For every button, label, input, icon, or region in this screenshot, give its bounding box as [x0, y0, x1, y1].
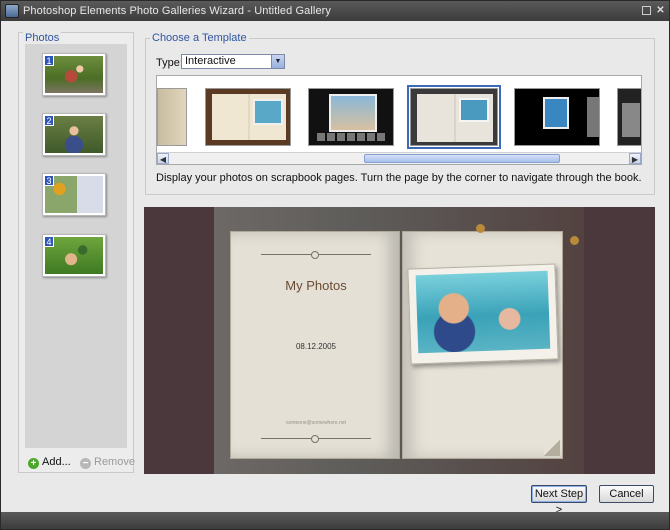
type-select[interactable]: Interactive ▼: [181, 54, 285, 69]
remove-label: Remove: [94, 456, 135, 468]
template-thumbnail[interactable]: [617, 88, 641, 146]
maximize-icon[interactable]: [642, 6, 651, 15]
book-title: My Photos: [285, 278, 347, 293]
photo-number-badge: 3: [44, 175, 54, 186]
book-right-page[interactable]: [402, 231, 563, 459]
scroll-right-icon[interactable]: ▶: [629, 153, 641, 164]
wizard-window: Photoshop Elements Photo Galleries Wizar…: [0, 0, 670, 530]
type-label: Type:: [156, 57, 183, 69]
page-curl-corner[interactable]: [544, 440, 560, 456]
photo-number-badge: 4: [44, 236, 54, 247]
ornament-divider: [261, 435, 371, 443]
template-carousel[interactable]: ◀ ▶: [156, 75, 642, 165]
photo-thumbnail-3[interactable]: 3: [42, 173, 106, 216]
scrapbook[interactable]: My Photos 08.12.2005 someone@somewhere.n…: [230, 231, 563, 459]
template-thumbnail[interactable]: [514, 88, 600, 146]
template-thumbnail-selected[interactable]: [407, 85, 501, 149]
type-select-value: Interactive: [185, 55, 236, 67]
template-thumbnail[interactable]: [205, 88, 291, 146]
cancel-button[interactable]: Cancel: [599, 485, 654, 503]
book-left-page[interactable]: My Photos 08.12.2005 someone@somewhere.n…: [230, 231, 400, 459]
close-icon[interactable]: ✕: [655, 5, 666, 16]
photo-thumbnail-1[interactable]: 1: [42, 53, 106, 96]
scroll-left-icon[interactable]: ◀: [157, 153, 169, 164]
gallery-preview[interactable]: My Photos 08.12.2005 someone@somewhere.n…: [144, 207, 655, 474]
photo-thumbnail-2[interactable]: 2: [42, 113, 106, 156]
remove-photo-button[interactable]: − Remove: [80, 456, 135, 470]
template-group-label: Choose a Template: [150, 32, 249, 44]
window-title: Photoshop Elements Photo Galleries Wizar…: [23, 5, 332, 17]
template-scrollbar[interactable]: ◀ ▶: [157, 152, 641, 164]
photo-list[interactable]: 1 2 3 4: [25, 44, 127, 448]
template-description: Display your photos on scrapbook pages. …: [156, 172, 642, 184]
photo-number-badge: 1: [44, 55, 54, 66]
add-label: Add...: [42, 456, 71, 468]
book-credit: someone@somewhere.net: [286, 420, 346, 426]
book-photo-image: [415, 270, 551, 354]
status-bar: [1, 512, 669, 529]
book-photo: [407, 263, 559, 365]
pin-icon: [570, 236, 579, 245]
scrollbar-thumb[interactable]: [364, 154, 560, 163]
photos-label: Photos: [23, 32, 62, 44]
template-thumbnail[interactable]: [308, 88, 394, 146]
add-photos-button[interactable]: + Add...: [28, 456, 71, 470]
app-icon: [5, 4, 19, 18]
title-bar[interactable]: Photoshop Elements Photo Galleries Wizar…: [1, 1, 669, 21]
photo-thumbnail-4[interactable]: 4: [42, 234, 106, 277]
add-icon: +: [28, 458, 39, 469]
remove-icon: −: [80, 458, 91, 469]
flower-pin-icon: [476, 224, 485, 233]
next-step-button[interactable]: Next Step >: [531, 485, 587, 516]
template-thumbnail[interactable]: [157, 88, 187, 146]
ornament-divider: [261, 251, 371, 259]
chevron-down-icon[interactable]: ▼: [271, 55, 284, 68]
book-date: 08.12.2005: [295, 342, 337, 351]
photo-number-badge: 2: [44, 115, 54, 126]
